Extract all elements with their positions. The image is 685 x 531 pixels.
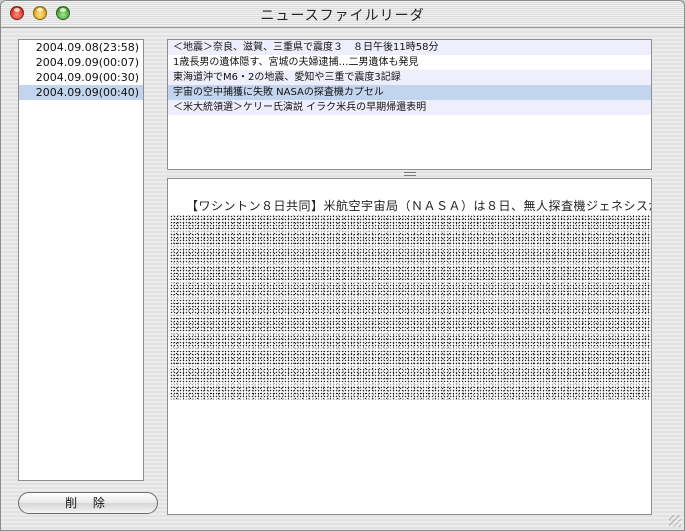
- headline-item[interactable]: ＜米大統領選＞ケリー氏演説 イラク米兵の早期帰還表明: [168, 100, 651, 115]
- date-list-item-selected[interactable]: 2004.09.09(00:40): [19, 85, 143, 100]
- article-pane[interactable]: 【ワシントン８日共同】米航空宇宙局（ＮＡＳＡ）は８日、無人探査機ジェネシスが: [167, 178, 652, 515]
- date-list-item[interactable]: 2004.09.09(00:30): [19, 70, 143, 85]
- window-title: ニュースファイルリーダ: [260, 8, 425, 24]
- pane-splitter[interactable]: [167, 171, 652, 177]
- article-body-garbled: [170, 215, 651, 400]
- headline-item-selected[interactable]: 宇宙の空中捕獲に失敗 NASAの探査機カプセル: [168, 85, 651, 100]
- date-list-item[interactable]: 2004.09.09(00:07): [19, 55, 143, 70]
- delete-button[interactable]: 削 除: [18, 492, 158, 514]
- headline-list[interactable]: ＜地震＞奈良、滋賀、三重県で震度３ ８日午後11時58分 1歳長男の遺体隠す、宮…: [167, 39, 652, 170]
- app-window: ニュースファイルリーダ 2004.09.08(23:58) 2004.09.09…: [0, 0, 685, 531]
- splitter-grip-icon[interactable]: [403, 172, 416, 176]
- headline-item[interactable]: 東海道沖でM6・2の地震、愛知や三重で震度3記録: [168, 70, 651, 85]
- headline-item[interactable]: 1歳長男の遺体隠す、宮城の夫婦逮捕…二男遺体も発見: [168, 55, 651, 70]
- date-list-item[interactable]: 2004.09.08(23:58): [19, 40, 143, 55]
- resize-grip-icon[interactable]: [669, 515, 681, 527]
- date-list[interactable]: 2004.09.08(23:58) 2004.09.09(00:07) 2004…: [18, 39, 144, 481]
- article-lead-text: 【ワシントン８日共同】米航空宇宙局（ＮＡＳＡ）は８日、無人探査機ジェネシスが: [186, 199, 652, 213]
- title-bar[interactable]: ニュースファイルリーダ: [1, 1, 684, 28]
- headline-item[interactable]: ＜地震＞奈良、滋賀、三重県で震度３ ８日午後11時58分: [168, 40, 651, 55]
